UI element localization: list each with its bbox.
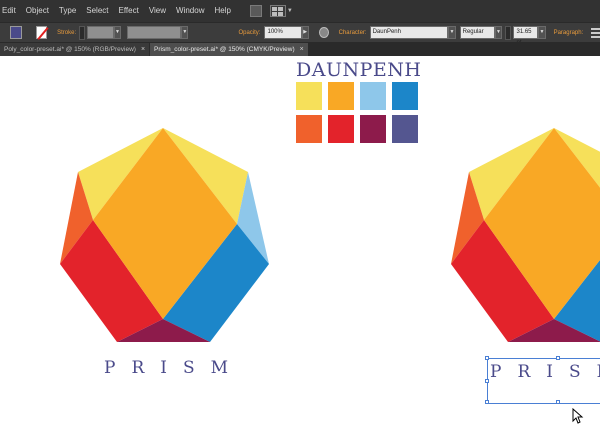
tab-label: Poly_color-preset.ai* @ 150% (RGB/Previe… bbox=[4, 46, 136, 53]
control-bar: Stroke: ▼ ▼ Opacity: 100% ▶ Character: D… bbox=[0, 22, 600, 46]
menu-effect[interactable]: Effect bbox=[114, 0, 144, 22]
resize-handle-bottom-left[interactable] bbox=[485, 400, 489, 404]
prism-logo-left[interactable] bbox=[55, 124, 275, 344]
resize-handle-top-middle[interactable] bbox=[556, 356, 560, 360]
close-icon[interactable]: × bbox=[300, 46, 304, 53]
opacity-field[interactable]: 100% bbox=[264, 26, 302, 39]
character-label[interactable]: Character: bbox=[339, 30, 367, 36]
font-style-dropdown[interactable]: ▼ bbox=[494, 26, 503, 39]
font-family-field[interactable]: DaunPenh bbox=[369, 26, 449, 39]
recolor-artwork-icon[interactable] bbox=[318, 27, 329, 38]
arrange-documents-icon[interactable] bbox=[269, 5, 286, 17]
logo-text-left[interactable]: PRISM bbox=[104, 358, 244, 378]
resize-handle-middle-left[interactable] bbox=[485, 379, 489, 383]
resize-handle-top-left[interactable] bbox=[485, 356, 489, 360]
variable-width-dropdown[interactable]: ▼ bbox=[181, 26, 189, 39]
stroke-weight-dropdown[interactable]: ▼ bbox=[113, 26, 122, 39]
tab-poly-color-preset[interactable]: Poly_color-preset.ai* @ 150% (RGB/Previe… bbox=[0, 43, 150, 56]
stroke-label[interactable]: Stroke: bbox=[57, 30, 76, 36]
font-family-dropdown[interactable]: ▼ bbox=[448, 26, 456, 39]
font-size-stepper[interactable] bbox=[505, 25, 512, 40]
stroke-weight-field[interactable] bbox=[87, 26, 114, 39]
brand-title[interactable]: DAUNPENH bbox=[296, 59, 421, 81]
font-size-dropdown[interactable]: ▼ bbox=[538, 26, 546, 39]
fill-color-swatch[interactable] bbox=[10, 26, 22, 39]
menu-select[interactable]: Select bbox=[81, 0, 113, 22]
palette-swatch-red[interactable] bbox=[328, 115, 354, 143]
stroke-weight-stepper[interactable] bbox=[79, 25, 86, 40]
palette-swatch-light-blue[interactable] bbox=[360, 82, 386, 110]
close-icon[interactable]: × bbox=[141, 46, 145, 53]
mouse-pointer-icon bbox=[572, 408, 584, 424]
color-palette bbox=[296, 82, 418, 143]
menu-bar: Edit Object Type Select Effect View Wind… bbox=[0, 0, 600, 22]
prism-logo-right[interactable] bbox=[446, 124, 600, 364]
font-size-field[interactable]: 31.65 pt bbox=[513, 26, 539, 46]
opacity-label[interactable]: Opacity: bbox=[238, 30, 260, 36]
align-text-icon[interactable] bbox=[591, 27, 600, 38]
resize-handle-bottom-middle[interactable] bbox=[556, 400, 560, 404]
artboard-canvas[interactable]: DAUNPENH PRISM PRISM bbox=[0, 56, 600, 430]
menu-window[interactable]: Window bbox=[171, 0, 209, 22]
stroke-color-swatch[interactable] bbox=[35, 26, 48, 39]
tab-prism-color-preset[interactable]: Prism_color-preset.ai* @ 150% (CMYK/Prev… bbox=[150, 43, 308, 56]
chevron-down-icon[interactable]: ▼ bbox=[287, 8, 293, 14]
palette-swatch-orange[interactable] bbox=[328, 82, 354, 110]
paragraph-label[interactable]: Paragraph: bbox=[554, 30, 584, 36]
menu-view[interactable]: View bbox=[144, 0, 171, 22]
font-style-field[interactable]: Regular bbox=[459, 26, 495, 39]
bridge-icon[interactable] bbox=[249, 5, 262, 17]
menu-edit[interactable]: Edit bbox=[0, 0, 21, 22]
menu-type[interactable]: Type bbox=[54, 0, 81, 22]
document-tab-bar: Poly_color-preset.ai* @ 150% (RGB/Previe… bbox=[0, 42, 600, 56]
palette-swatch-maroon[interactable] bbox=[360, 115, 386, 143]
tab-label: Prism_color-preset.ai* @ 150% (CMYK/Prev… bbox=[154, 46, 295, 53]
variable-width-profile[interactable] bbox=[127, 26, 182, 39]
opacity-dropdown[interactable]: ▶ bbox=[301, 26, 309, 39]
menu-object[interactable]: Object bbox=[21, 0, 54, 22]
palette-swatch-yellow[interactable] bbox=[296, 82, 322, 110]
menu-help[interactable]: Help bbox=[209, 0, 235, 22]
palette-swatch-blue[interactable] bbox=[392, 82, 418, 110]
palette-swatch-indigo[interactable] bbox=[392, 115, 418, 143]
selection-bounding-box[interactable] bbox=[485, 356, 600, 404]
palette-swatch-dark-orange[interactable] bbox=[296, 115, 322, 143]
